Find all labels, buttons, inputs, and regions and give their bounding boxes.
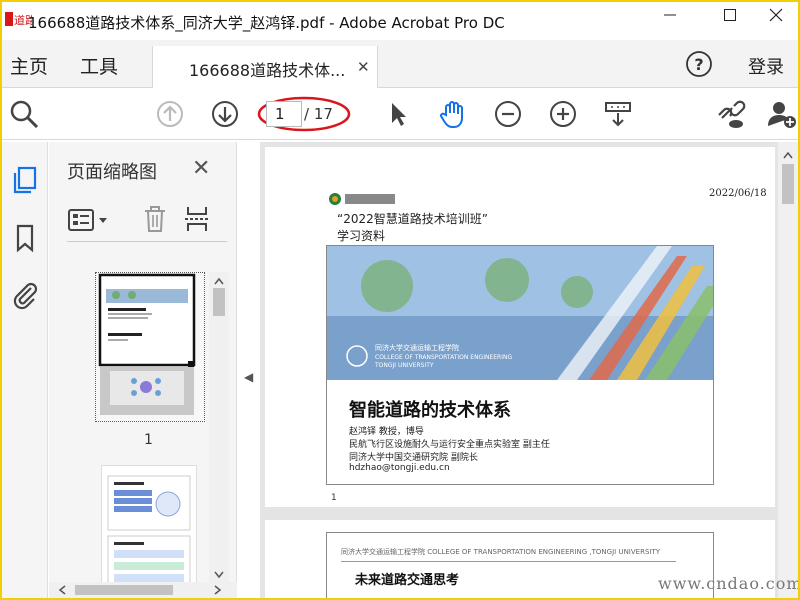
left-navigation-rail: [2, 142, 48, 598]
zoom-in-icon[interactable]: [547, 98, 579, 130]
maximize-icon: [724, 9, 736, 21]
hand-tool-icon[interactable]: [437, 98, 469, 130]
slide-banner: 同济大学交通运输工程学院 COLLEGE OF TRANSPORTATION E…: [327, 246, 713, 380]
document-scrollbar[interactable]: [778, 142, 798, 598]
tools-tab[interactable]: 工具: [80, 52, 118, 79]
attachment-icon[interactable]: [9, 278, 41, 310]
share-link-icon[interactable]: [714, 98, 746, 130]
page-thumbnail-2[interactable]: [101, 465, 197, 590]
acrobat-window: 道路 166688道路技术体系_同济大学_赵鸿铎.pdf - Adobe Acr…: [2, 2, 798, 598]
author-line-3: 同济大学中国交通研究院 副院长: [349, 453, 478, 463]
thumbnail-1-number: 1: [144, 432, 153, 448]
panel-close-icon[interactable]: ✕: [192, 156, 210, 181]
previous-page-icon[interactable]: [154, 98, 186, 130]
document-tab-label: 166688道路技术体...: [189, 61, 346, 80]
svg-text:COLLEGE OF TRANSPORTATION ENGI: COLLEGE OF TRANSPORTATION ENGINEERING: [375, 354, 512, 361]
total-pages: / 17: [304, 105, 333, 123]
help-icon[interactable]: ?: [685, 50, 713, 82]
page-display-icon[interactable]: [602, 98, 634, 130]
close-window-button[interactable]: [756, 8, 796, 34]
window-title: 166688道路技术体系_同济大学_赵鸿铎.pdf - Adobe Acroba…: [28, 14, 505, 32]
bookmark-icon[interactable]: [9, 222, 41, 254]
slide-1: 同济大学交通运输工程学院 COLLEGE OF TRANSPORTATION E…: [326, 245, 714, 485]
document-view: 2022/06/18 “2022智慧道路技术培训班” 学习资料 同济大学交通运输…: [260, 142, 798, 598]
page-thumbnails-icon[interactable]: [9, 164, 41, 196]
toolbar: 1 / 17: [2, 88, 798, 140]
thumbnail-panel: 页面缩略图 ✕ 1: [49, 142, 237, 598]
panel-tools: [67, 202, 227, 242]
slide-title: 智能道路的技术体系: [349, 400, 511, 421]
author-email: hdzhao@tongji.edu.cn: [349, 463, 450, 473]
next-page-icon[interactable]: [209, 98, 241, 130]
title-bar: 道路 166688道路技术体系_同济大学_赵鸿铎.pdf - Adobe Acr…: [2, 2, 798, 40]
select-pointer-icon[interactable]: [382, 98, 414, 130]
document-date: 2022/06/18: [709, 188, 767, 199]
slide-2-header: 同济大学交通运输工程学院 COLLEGE OF TRANSPORTATION E…: [341, 548, 661, 556]
svg-text:TONGJI UNIVERSITY: TONGJI UNIVERSITY: [374, 362, 434, 369]
author-line-1: 赵鸿铎 教授，博导: [349, 427, 424, 437]
minimize-button[interactable]: [650, 8, 690, 34]
slide-2-title: 未来道路交通思考: [355, 573, 460, 588]
page-thumbnail-1[interactable]: [95, 272, 205, 422]
current-page-input[interactable]: 1: [266, 101, 302, 127]
thumbnail-horizontal-scrollbar[interactable]: [49, 582, 237, 598]
collapse-panel-icon[interactable]: ◀: [244, 370, 253, 384]
thumbnail-list: 1: [49, 250, 229, 590]
watermark: www.cndao.com: [658, 574, 798, 593]
options-menu-icon[interactable]: [67, 206, 111, 234]
search-icon[interactable]: [8, 98, 40, 130]
home-tab[interactable]: 主页: [10, 52, 48, 79]
author-line-2: 民航飞行区设施耐久与运行安全重点实验室 副主任: [349, 440, 550, 450]
pdf-page-1: 2022/06/18 “2022智慧道路技术培训班” 学习资料 同济大学交通运输…: [265, 147, 775, 507]
tab-close-icon[interactable]: ✕: [357, 58, 370, 76]
course-subtitle: 学习资料: [337, 229, 386, 243]
svg-text:同济大学交通运输工程学院: 同济大学交通运输工程学院: [375, 343, 459, 352]
svg-text:?: ?: [694, 55, 703, 74]
insert-page-icon[interactable]: [183, 204, 211, 234]
document-tab[interactable]: 166688道路技术体... ✕: [152, 46, 378, 88]
panel-title: 页面缩略图: [67, 162, 157, 183]
slide-2-divider: [341, 561, 676, 562]
organization-logo: [329, 193, 395, 205]
close-icon: [769, 8, 783, 22]
course-title: “2022智慧道路技术培训班”: [337, 212, 488, 226]
maximize-button[interactable]: [710, 8, 750, 34]
minimize-icon: [664, 14, 676, 16]
zoom-out-icon[interactable]: [492, 98, 524, 130]
trash-icon[interactable]: [141, 204, 169, 234]
add-user-icon[interactable]: [766, 98, 798, 130]
page-number: 1: [331, 493, 337, 503]
menu-bar: 主页 工具 166688道路技术体... ✕ ? 登录: [2, 40, 798, 88]
slide-2: 同济大学交通运输工程学院 COLLEGE OF TRANSPORTATION E…: [326, 532, 714, 598]
login-button[interactable]: 登录: [748, 53, 784, 79]
thumbnail-scrollbar[interactable]: [209, 272, 229, 592]
